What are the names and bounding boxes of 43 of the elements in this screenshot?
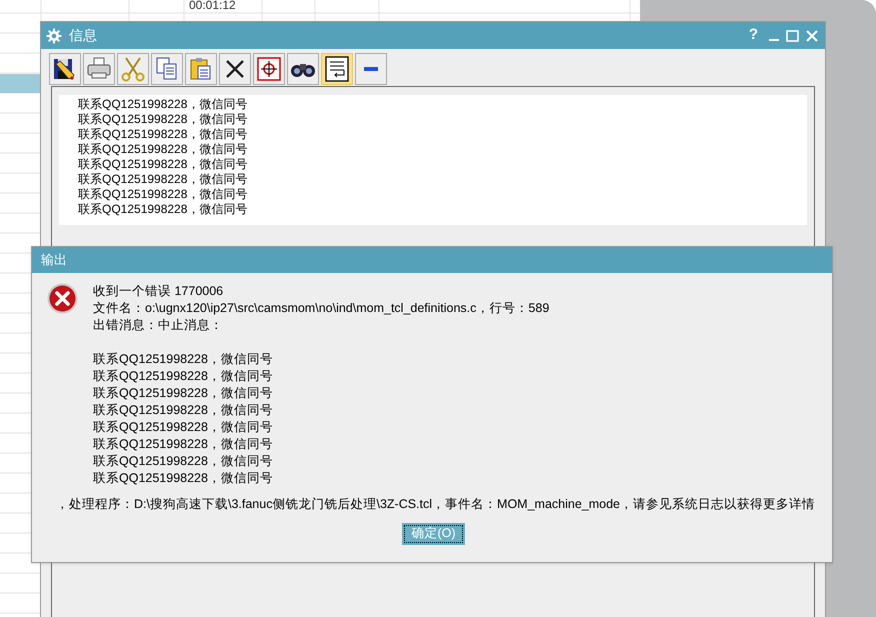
toolbar-button[interactable] — [185, 53, 217, 85]
text-area[interactable]: 联系QQ1251998228，微信同号 联系QQ1251998228，微信同号 联系QQ1251998228，微信同号 联系QQ1251998228，微信同号 联系QQ1251998228，微信同号 联系QQ1251998228，微信同号 联系QQ1251998228，微信同号 联系QQ1251998228，微信同号 — [59, 95, 807, 225]
message-text: 联系QQ1251998228，微信同号 — [93, 351, 273, 368]
ok-button[interactable]: 确定(O) — [402, 522, 465, 545]
message-text: 联系QQ1251998228，微信同号 — [93, 385, 273, 402]
toolbar-button[interactable] — [219, 53, 251, 85]
text-line: 联系QQ1251998228，微信同号 — [78, 187, 248, 202]
table-cell: 00:01:12 — [189, 0, 236, 14]
minimize-icon — [769, 39, 779, 41]
message-text: 联系QQ1251998228，微信同号 — [93, 436, 273, 453]
text-line: 联系QQ1251998228，微信同号 — [78, 127, 248, 142]
maximize-button[interactable] — [786, 30, 799, 42]
text-line: 联系QQ1251998228，微信同号 — [78, 172, 248, 187]
text-line: 联系QQ1251998228，微信同号 — [78, 202, 248, 217]
help-button[interactable]: ? — [748, 24, 758, 47]
toolbar-button[interactable] — [287, 53, 319, 85]
close-button[interactable] — [806, 30, 818, 42]
message-text: 联系QQ1251998228，微信同号 — [93, 470, 273, 487]
toolbar-button[interactable] — [49, 53, 81, 85]
toolbar-button[interactable] — [151, 53, 183, 85]
dialog-title: 输出 — [41, 251, 67, 270]
text-line: 联系QQ1251998228，微信同号 — [78, 112, 248, 127]
message-text: 收到一个错误 1770006 — [93, 283, 224, 300]
message-text: 出错消息：中止消息： — [93, 317, 223, 334]
toolbar-button[interactable] — [83, 53, 115, 85]
error-icon — [47, 283, 78, 314]
text-line: 联系QQ1251998228，微信同号 — [78, 142, 248, 157]
message-text: 联系QQ1251998228，微信同号 — [93, 419, 273, 436]
window-title: 信息 — [69, 26, 97, 45]
text-line: 联系QQ1251998228，微信同号 — [78, 157, 248, 172]
toolbar-button[interactable] — [253, 53, 285, 85]
message-text: 文件名：o:\ugnx120\ip27\src\camsmom\no\ind\mom_tcl_definitions.c，行号：589 — [93, 300, 550, 317]
message-text: 联系QQ1251998228，微信同号 — [93, 453, 273, 470]
selected-row — [0, 74, 40, 93]
minus-icon — [364, 67, 378, 71]
message-text: 联系QQ1251998228，微信同号 — [93, 402, 273, 419]
text-line: 联系QQ1251998228，微信同号 — [78, 97, 248, 112]
message-text: ，处理程序：D:\搜狗高速下载\3.fanuc侧铣龙门铣后处理\3Z-CS.tcl，事件名：MOM_machine_mode，请参见系统日志以获得更多详情 — [56, 496, 815, 513]
toolbar-button[interactable] — [321, 53, 353, 85]
close-icon — [806, 30, 818, 42]
settings-icon — [46, 28, 62, 44]
message-text: 联系QQ1251998228，微信同号 — [93, 368, 273, 385]
maximize-icon — [786, 30, 799, 42]
